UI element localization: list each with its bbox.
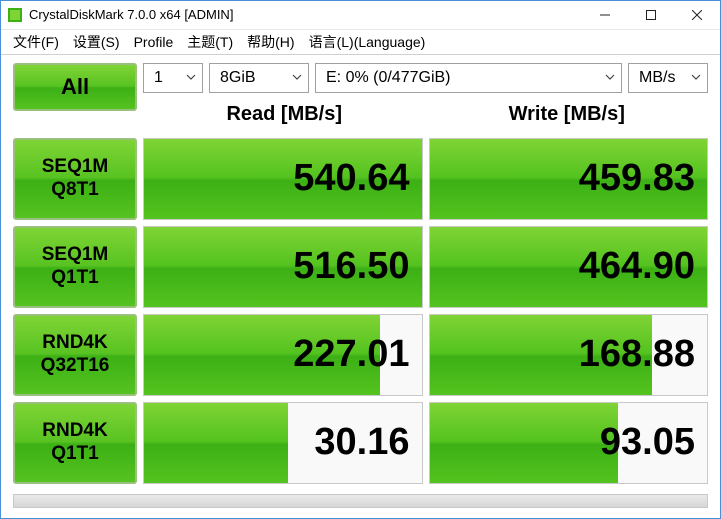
test-button-rnd4k-q32t16[interactable]: RND4K Q32T16: [13, 314, 137, 396]
minimize-button[interactable]: [582, 1, 628, 29]
run-all-label: All: [61, 74, 89, 100]
test-label-line1: RND4K: [42, 332, 107, 355]
window-controls: [582, 1, 720, 29]
test-size-select[interactable]: 8GiB: [209, 63, 309, 93]
write-value: 93.05: [600, 421, 695, 464]
menu-file[interactable]: 文件(F): [11, 30, 61, 54]
result-row: SEQ1M Q8T1 540.64 459.83: [13, 138, 708, 220]
test-button-seq1m-q8t1[interactable]: SEQ1M Q8T1: [13, 138, 137, 220]
test-count-value: 1: [144, 69, 202, 87]
write-bar: [430, 403, 619, 483]
close-button[interactable]: [674, 1, 720, 29]
read-value: 516.50: [293, 245, 409, 288]
test-count-select[interactable]: 1: [143, 63, 203, 93]
read-cell: 30.16: [143, 402, 423, 484]
read-value: 30.16: [314, 421, 409, 464]
read-value: 227.01: [293, 333, 409, 376]
write-value: 459.83: [579, 157, 695, 200]
write-value: 464.90: [579, 245, 695, 288]
header-write: Write [MB/s]: [426, 97, 709, 134]
read-cell: 516.50: [143, 226, 423, 308]
status-bar: [13, 494, 708, 508]
maximize-button[interactable]: [628, 1, 674, 29]
result-row: RND4K Q1T1 30.16 93.05: [13, 402, 708, 484]
test-button-rnd4k-q1t1[interactable]: RND4K Q1T1: [13, 402, 137, 484]
read-cell: 540.64: [143, 138, 423, 220]
unit-select[interactable]: MB/s: [628, 63, 708, 93]
unit-value: MB/s: [629, 69, 707, 87]
write-value: 168.88: [579, 333, 695, 376]
read-value: 540.64: [293, 157, 409, 200]
run-all-button[interactable]: All: [13, 63, 137, 111]
test-button-seq1m-q1t1[interactable]: SEQ1M Q1T1: [13, 226, 137, 308]
write-cell: 168.88: [429, 314, 709, 396]
titlebar: CrystalDiskMark 7.0.0 x64 [ADMIN]: [1, 1, 720, 30]
result-row: SEQ1M Q1T1 516.50 464.90: [13, 226, 708, 308]
menu-profile[interactable]: Profile: [132, 32, 176, 52]
write-cell: 459.83: [429, 138, 709, 220]
test-label-line2: Q1T1: [51, 443, 99, 466]
test-label-line2: Q32T16: [41, 355, 110, 378]
write-cell: 93.05: [429, 402, 709, 484]
menubar: 文件(F) 设置(S) Profile 主题(T) 帮助(H) 语言(L)(La…: [1, 30, 720, 55]
toolbar: All 1 8GiB E: 0% (0/477GiB) MB/s: [1, 55, 720, 138]
menu-settings[interactable]: 设置(S): [71, 30, 122, 54]
menu-help[interactable]: 帮助(H): [245, 30, 296, 54]
test-label-line1: SEQ1M: [42, 244, 109, 267]
write-cell: 464.90: [429, 226, 709, 308]
drive-select[interactable]: E: 0% (0/477GiB): [315, 63, 622, 93]
test-label-line1: SEQ1M: [42, 156, 109, 179]
read-bar: [144, 403, 288, 483]
menu-theme[interactable]: 主题(T): [185, 30, 235, 54]
app-window: CrystalDiskMark 7.0.0 x64 [ADMIN] 文件(F) …: [0, 0, 721, 519]
read-cell: 227.01: [143, 314, 423, 396]
test-label-line2: Q8T1: [51, 179, 99, 202]
drive-value: E: 0% (0/477GiB): [316, 69, 621, 87]
result-row: RND4K Q32T16 227.01 168.88: [13, 314, 708, 396]
window-title: CrystalDiskMark 7.0.0 x64 [ADMIN]: [29, 7, 582, 22]
test-label-line1: RND4K: [42, 420, 107, 443]
test-label-line2: Q1T1: [51, 267, 99, 290]
results-grid: SEQ1M Q8T1 540.64 459.83 SEQ1M Q1T1 516.…: [1, 138, 720, 494]
header-read: Read [MB/s]: [143, 97, 426, 134]
test-size-value: 8GiB: [210, 69, 308, 87]
menu-language[interactable]: 语言(L)(Language): [307, 30, 428, 54]
app-icon: [7, 7, 23, 23]
